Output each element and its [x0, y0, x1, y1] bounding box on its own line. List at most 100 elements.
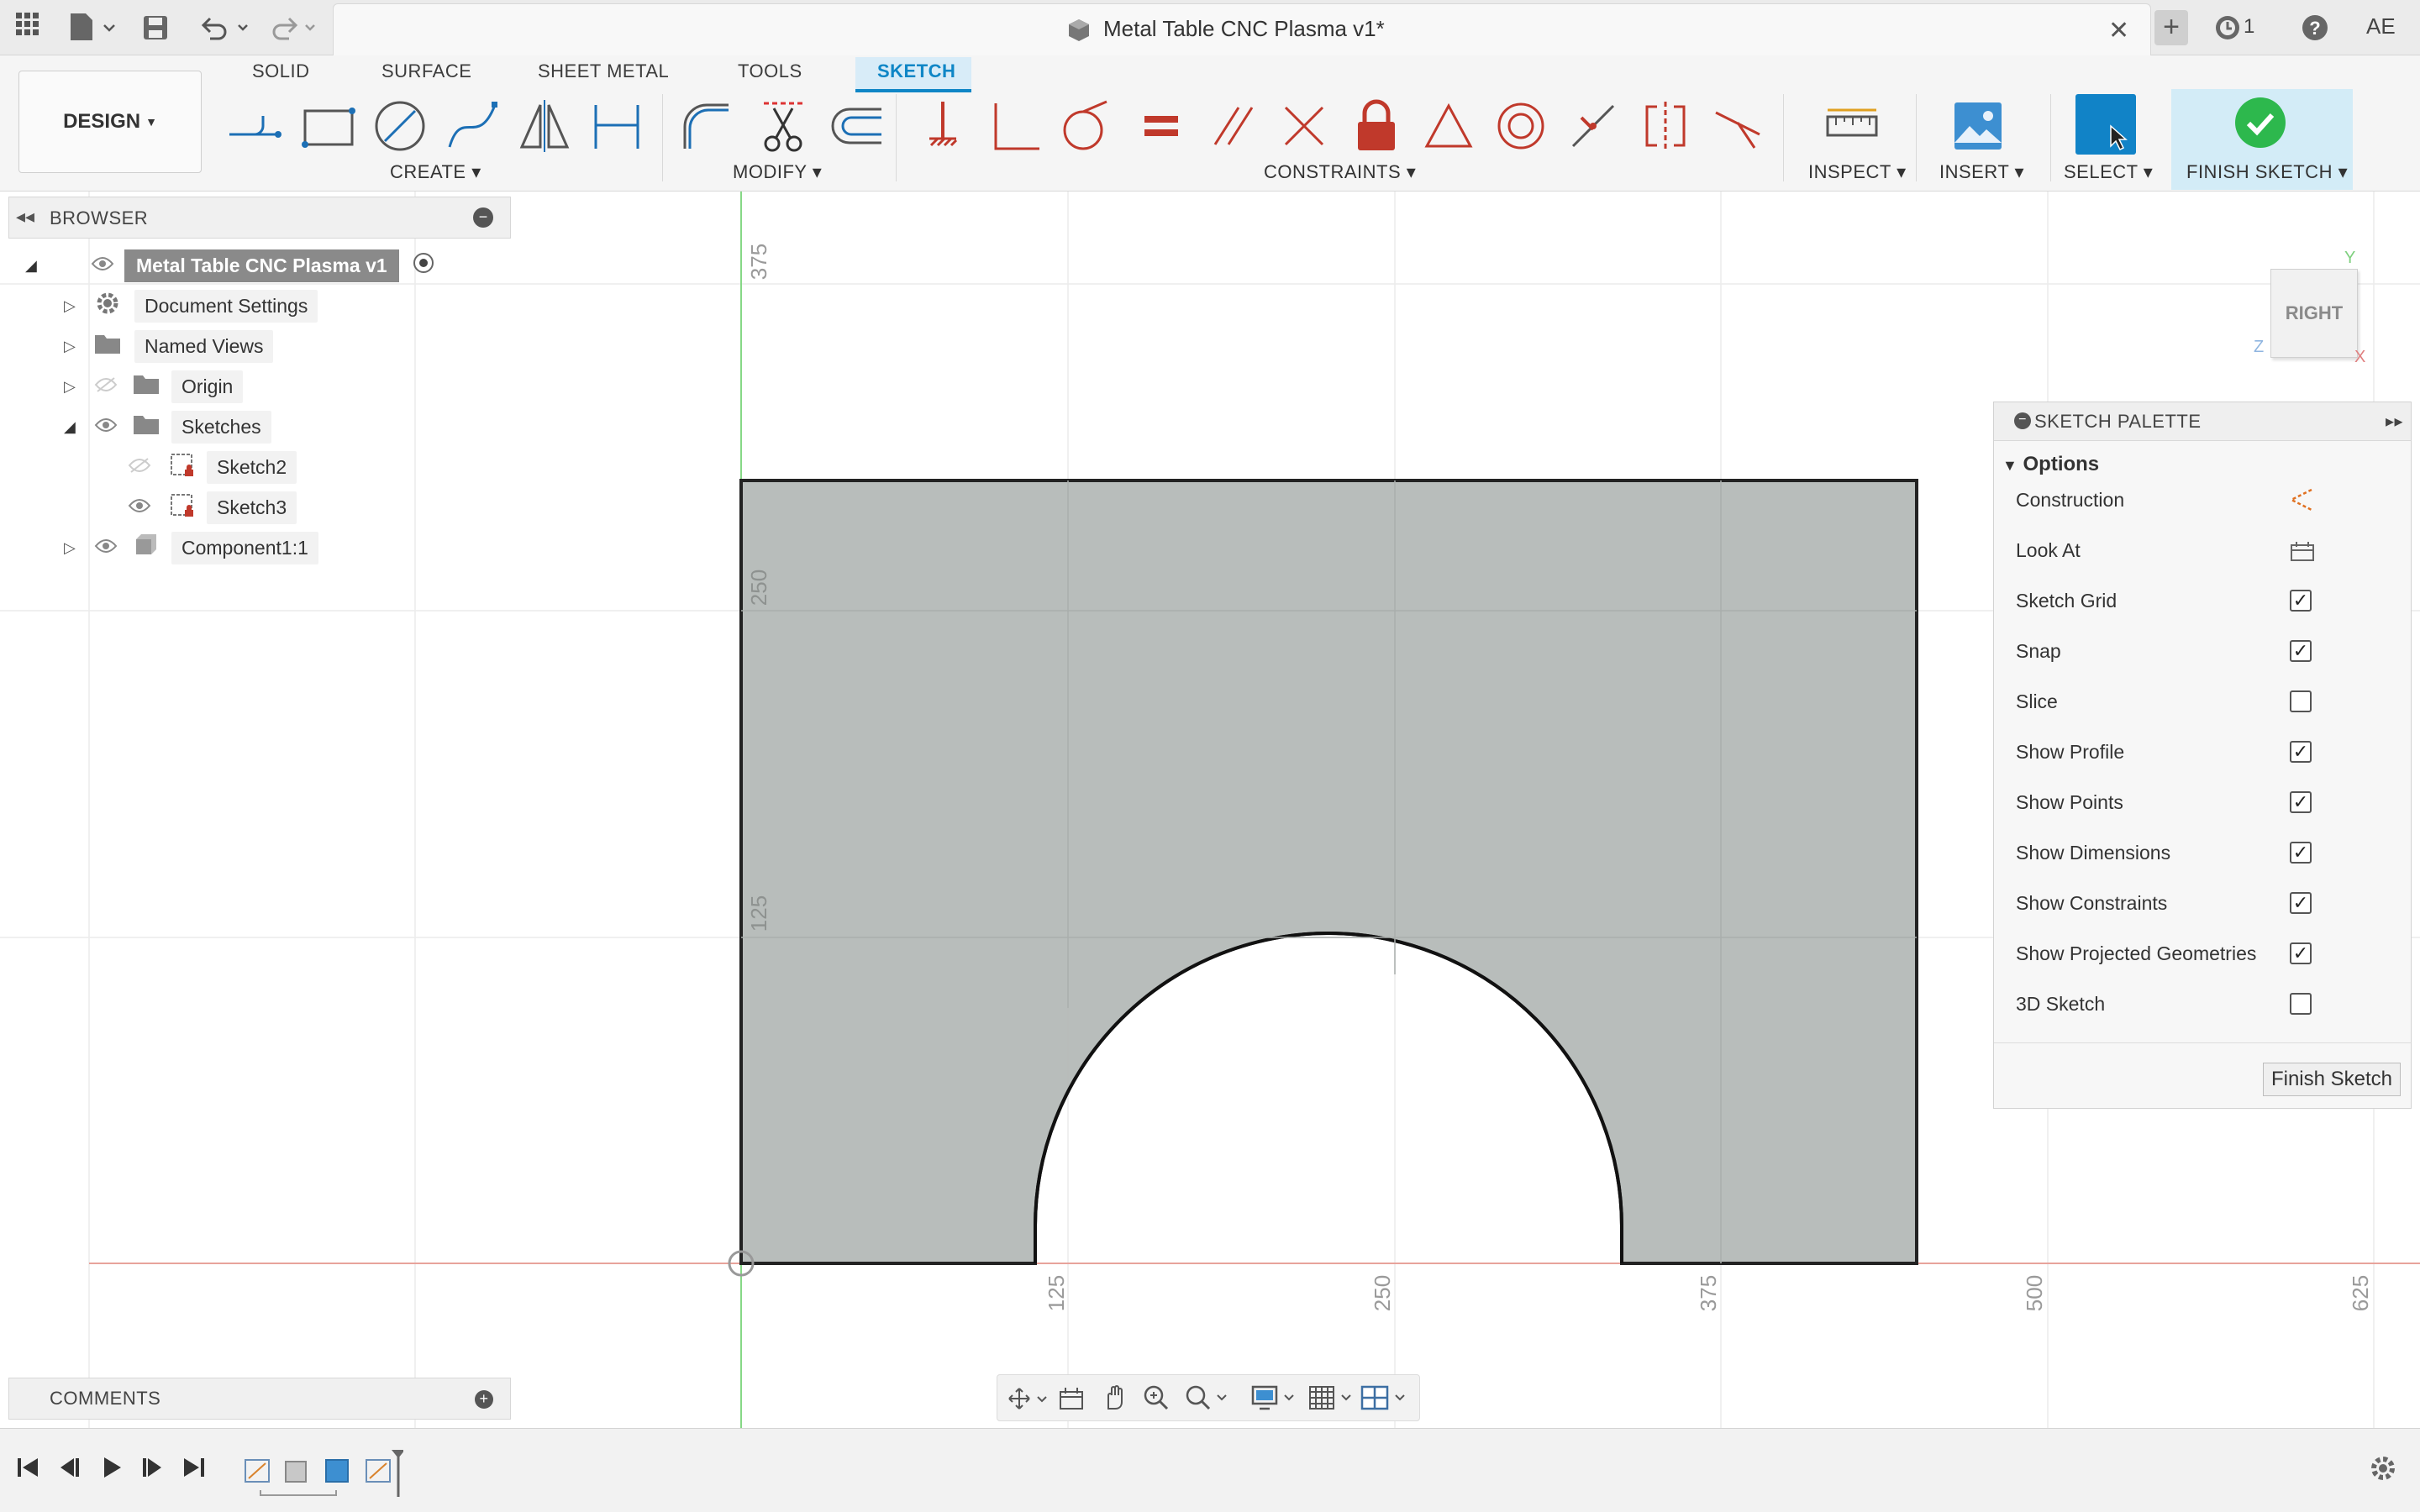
tree-item-sketches[interactable]: ◢ Sketches: [64, 408, 271, 445]
trim-tool-icon[interactable]: [753, 96, 813, 156]
insert-menu[interactable]: INSERT ▾: [1939, 161, 2024, 183]
job-status-icon[interactable]: [2213, 13, 2242, 46]
comments-panel-header[interactable]: COMMENTS +: [8, 1378, 511, 1420]
expand-triangle-icon[interactable]: ▷: [64, 297, 94, 315]
tree-item-sketch3[interactable]: Sketch3: [128, 489, 297, 526]
option-sketch-grid[interactable]: Sketch Grid ✓: [1994, 575, 2411, 626]
mirror-tool-icon[interactable]: [514, 96, 575, 156]
fix-constraint-icon[interactable]: [913, 96, 973, 156]
expand-triangle-icon[interactable]: ▷: [64, 539, 94, 557]
step-back-icon[interactable]: [57, 1455, 82, 1487]
option-construction[interactable]: Construction: [1994, 475, 2411, 525]
workspace-switcher[interactable]: DESIGN ▼: [18, 71, 202, 173]
close-tab-icon[interactable]: ✕: [2108, 16, 2129, 45]
visibility-eye-icon[interactable]: [128, 496, 168, 519]
spline-tool-icon[interactable]: [442, 96, 502, 156]
activate-radio-icon[interactable]: [413, 252, 434, 279]
expand-triangle-icon[interactable]: ▷: [64, 378, 94, 396]
parallel-constraint-icon[interactable]: [1203, 96, 1264, 156]
expand-palette-icon[interactable]: ▸▸: [2386, 411, 2403, 432]
option-snap[interactable]: Snap ✓: [1994, 626, 2411, 676]
collapse-browser-icon[interactable]: ◂◂: [16, 206, 34, 228]
option-slice[interactable]: Slice: [1994, 676, 2411, 727]
go-to-end-icon[interactable]: [182, 1455, 207, 1487]
visibility-eye-icon[interactable]: [94, 416, 133, 438]
perpendicular-constraint-icon[interactable]: [985, 96, 1045, 156]
triangle-constraint-icon[interactable]: [1418, 96, 1479, 156]
concentric-constraint-icon[interactable]: [1491, 96, 1551, 156]
view-cube-face[interactable]: RIGHT: [2270, 269, 2358, 358]
zoom-icon[interactable]: [1142, 1383, 1171, 1412]
create-menu[interactable]: CREATE ▾: [390, 161, 481, 183]
play-icon[interactable]: [99, 1455, 124, 1487]
document-tab[interactable]: Metal Table CNC Plasma v1* ✕: [333, 3, 2151, 55]
select-menu[interactable]: SELECT ▾: [2064, 161, 2153, 183]
timeline-settings-gear-icon[interactable]: [2368, 1453, 2398, 1488]
step-forward-icon[interactable]: [139, 1455, 165, 1487]
pan-hand-icon[interactable]: [1100, 1383, 1128, 1412]
collapse-triangle-icon[interactable]: ◢: [25, 257, 49, 275]
save-icon[interactable]: [141, 13, 170, 46]
tangent-constraint-icon[interactable]: [1055, 96, 1116, 156]
option-show-profile[interactable]: Show Profile ✓: [1994, 727, 2411, 777]
add-comment-icon[interactable]: +: [475, 1390, 493, 1409]
midpoint-constraint-icon[interactable]: [1563, 96, 1623, 156]
show-points-checkbox[interactable]: ✓: [2290, 791, 2312, 813]
constraints-menu[interactable]: CONSTRAINTS ▾: [1264, 161, 1416, 183]
tree-item-named-views[interactable]: ▷ Named Views: [64, 328, 274, 365]
3d-sketch-checkbox[interactable]: [2290, 993, 2312, 1015]
curvature-constraint-icon[interactable]: [1707, 96, 1768, 156]
expand-triangle-icon[interactable]: ▷: [64, 338, 94, 355]
tree-item-document-settings[interactable]: ▷ Document Settings: [64, 287, 318, 324]
show-constraints-checkbox[interactable]: ✓: [2290, 892, 2312, 914]
grid-settings-icon[interactable]: [1308, 1383, 1355, 1412]
show-dimensions-checkbox[interactable]: ✓: [2290, 842, 2312, 864]
construction-triangle-icon[interactable]: [2288, 488, 2315, 512]
undo-icon[interactable]: [198, 13, 252, 46]
tab-sheet-metal[interactable]: SHEET METAL: [538, 60, 669, 82]
look-at-icon[interactable]: [1058, 1385, 1085, 1412]
display-settings-icon[interactable]: [1251, 1383, 1298, 1412]
user-avatar[interactable]: AE: [2366, 13, 2396, 39]
select-tool-button[interactable]: [2075, 94, 2136, 155]
browser-panel-header[interactable]: ◂◂ BROWSER −: [8, 197, 511, 239]
visibility-eye-icon[interactable]: [94, 537, 133, 559]
rectangle-tool-icon[interactable]: [297, 96, 358, 156]
tab-surface[interactable]: SURFACE: [381, 60, 471, 82]
offset-tool-icon[interactable]: [825, 96, 886, 156]
equal-constraint-icon[interactable]: [1131, 96, 1192, 156]
measure-icon[interactable]: [1822, 96, 1882, 156]
option-show-projected-geometries[interactable]: Show Projected Geometries ✓: [1994, 928, 2411, 979]
dimension-tool-icon[interactable]: [587, 96, 647, 156]
options-section-header[interactable]: ▼ Options: [2002, 453, 2099, 476]
look-at-icon[interactable]: [2290, 540, 2315, 562]
inspect-menu[interactable]: INSPECT ▾: [1808, 161, 1907, 183]
option-look-at[interactable]: Look At: [1994, 525, 2411, 575]
view-cube[interactable]: RIGHT Y Z X: [2254, 249, 2365, 366]
help-icon[interactable]: ?: [2301, 13, 2329, 46]
snap-checkbox[interactable]: ✓: [2290, 640, 2312, 662]
app-grid-icon[interactable]: [7, 0, 49, 55]
option-show-points[interactable]: Show Points ✓: [1994, 777, 2411, 827]
minimize-palette-icon[interactable]: −: [2014, 412, 2031, 429]
new-tab-icon[interactable]: +: [2154, 10, 2188, 45]
lock-icon[interactable]: [1346, 96, 1407, 156]
option-show-constraints[interactable]: Show Constraints ✓: [1994, 878, 2411, 928]
root-component-label[interactable]: Metal Table CNC Plasma v1: [124, 249, 399, 282]
palette-header[interactable]: − SKETCH PALETTE ▸▸: [1994, 402, 2411, 441]
tree-root[interactable]: ◢ Metal Table CNC Plasma v1: [25, 247, 434, 284]
tab-tools[interactable]: TOOLS: [738, 60, 802, 82]
tree-item-origin[interactable]: ▷ Origin: [64, 368, 244, 405]
line-tool-icon[interactable]: [224, 96, 284, 156]
insert-image-icon[interactable]: [1948, 96, 2008, 156]
go-to-start-icon[interactable]: [15, 1455, 40, 1487]
option-show-dimensions[interactable]: Show Dimensions ✓: [1994, 827, 2411, 878]
visibility-eye-icon[interactable]: [91, 255, 116, 277]
fit-view-icon[interactable]: [1184, 1383, 1231, 1412]
sketch-profile[interactable]: [739, 479, 1918, 1265]
fillet-tool-icon[interactable]: [676, 96, 736, 156]
option-3d-sketch[interactable]: 3D Sketch: [1994, 979, 2411, 1029]
tree-item-sketch2[interactable]: Sketch2: [128, 449, 297, 486]
symmetry-constraint-icon[interactable]: [1635, 96, 1696, 156]
show-profile-checkbox[interactable]: ✓: [2290, 741, 2312, 763]
